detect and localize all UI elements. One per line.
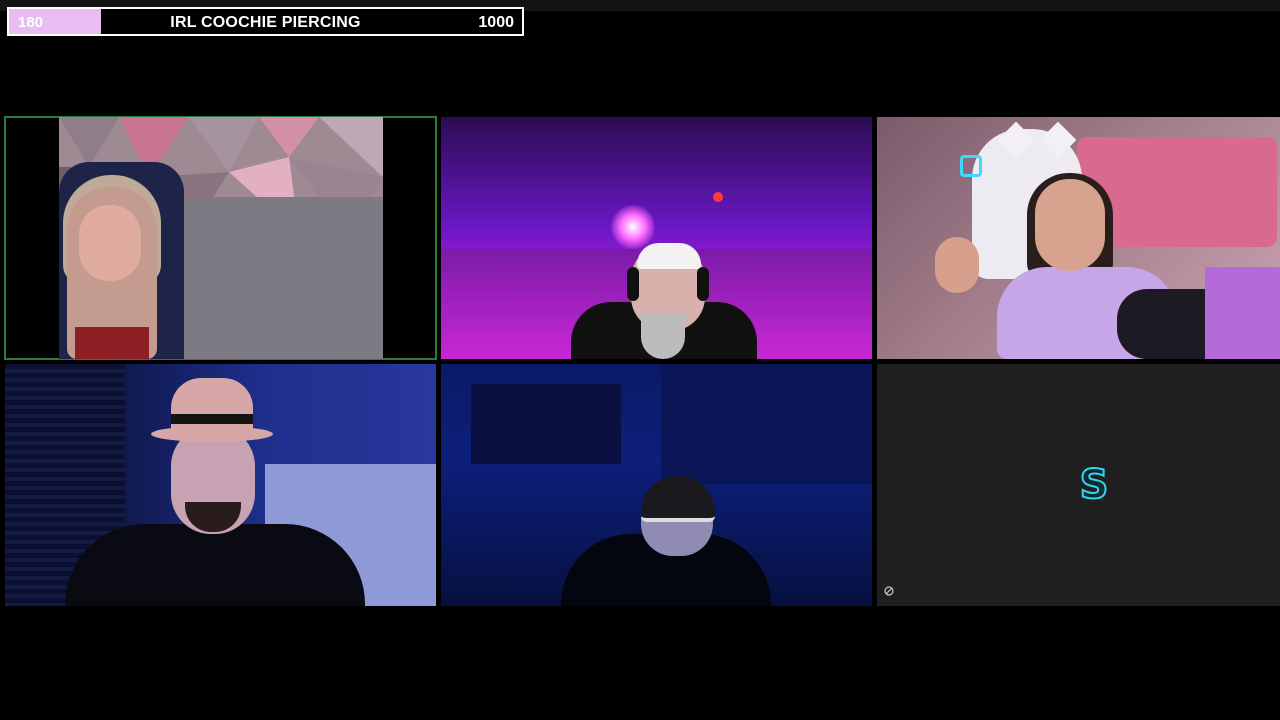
participant-body (65, 524, 365, 606)
headphones-left (627, 267, 639, 301)
link-off-icon[interactable] (884, 586, 894, 596)
participant-face (79, 205, 141, 281)
video-feed (877, 117, 1280, 359)
participant-bandana (637, 243, 701, 269)
placeholder-logo: S (1079, 462, 1110, 508)
video-feed (59, 117, 383, 359)
video-feed (5, 364, 436, 606)
video-feed (441, 117, 872, 359)
participant-shirt (75, 327, 149, 359)
room-decor (1205, 267, 1280, 359)
video-tile-participant-1[interactable] (4, 116, 437, 360)
participant-face (1035, 179, 1105, 271)
participant-beard (641, 313, 685, 359)
room-wall (661, 364, 872, 484)
video-tile-participant-2[interactable] (441, 117, 872, 359)
participant-hat (151, 378, 273, 452)
goal-title: IRL COOCHIE PIERCING (170, 14, 361, 31)
neon-sign (960, 155, 982, 177)
bed (155, 197, 383, 359)
video-tile-participant-3[interactable] (877, 117, 1280, 359)
video-tile-participant-6[interactable]: S (877, 364, 1280, 606)
video-tile-participant-4[interactable] (5, 364, 436, 606)
participant-waving-hand (935, 237, 979, 293)
headphones-right (697, 267, 709, 301)
room-shelf (471, 384, 621, 464)
tail-light (713, 192, 723, 202)
street-light (611, 205, 655, 249)
goal-target-value: 1000 (478, 14, 514, 31)
goal-progress-bar: 180 IRL COOCHIE PIERCING 1000 (7, 7, 524, 36)
video-tile-participant-5[interactable] (441, 364, 872, 606)
video-feed (441, 364, 872, 606)
